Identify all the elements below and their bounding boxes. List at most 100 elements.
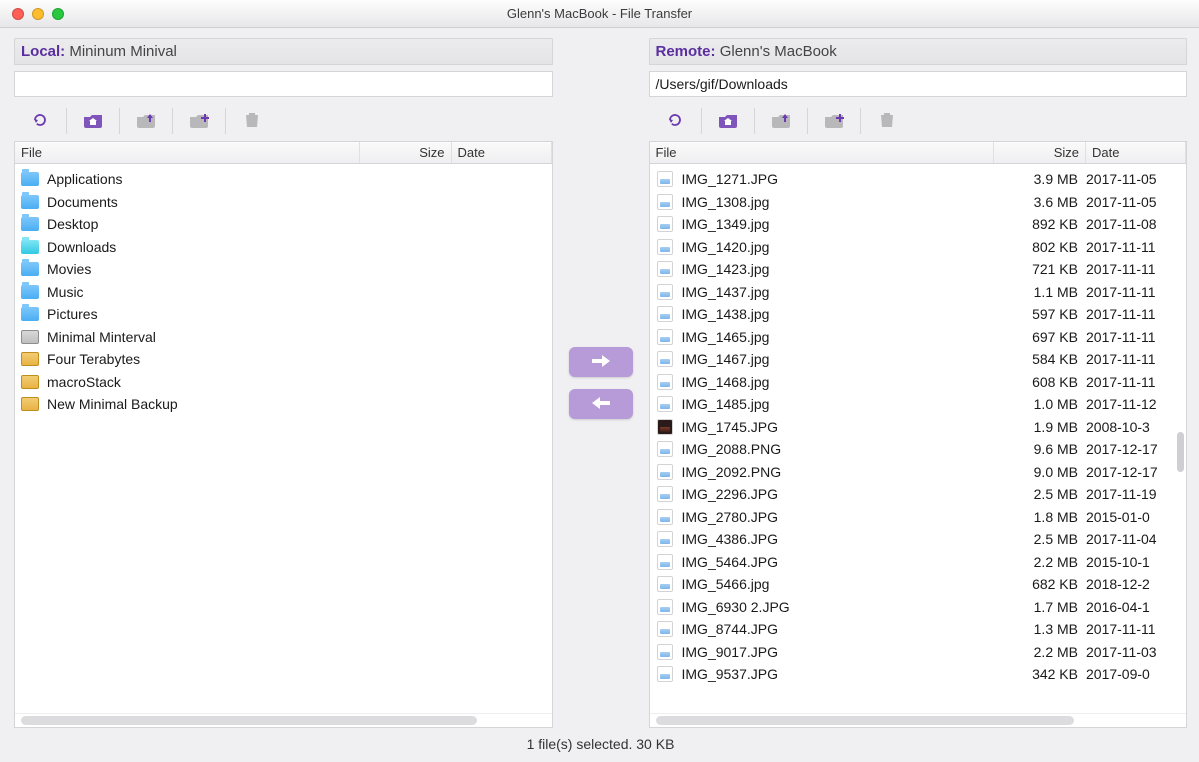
file-date: 2017-11-11 <box>1086 621 1186 637</box>
new-folder-button[interactable] <box>175 106 223 136</box>
image-file-icon <box>656 666 674 682</box>
list-item[interactable]: IMG_2296.JPG2.5 MB2017-11-19 <box>650 483 1187 506</box>
image-file-icon <box>656 239 674 255</box>
image-file-icon <box>656 329 674 345</box>
home-folder-icon <box>718 112 738 131</box>
file-name: Documents <box>47 194 552 210</box>
list-item[interactable]: IMG_1467.jpg584 KB2017-11-11 <box>650 348 1187 371</box>
transfer-right-button[interactable] <box>569 347 633 377</box>
image-file-icon <box>656 419 674 435</box>
list-item[interactable]: IMG_1745.JPG1.9 MB2008-10-3 <box>650 416 1187 439</box>
transfer-controls <box>561 38 641 728</box>
folder-icon <box>21 284 39 300</box>
remote-path-input[interactable]: /Users/gif/Downloads <box>649 71 1188 97</box>
list-item[interactable]: IMG_1465.jpg697 KB2017-11-11 <box>650 326 1187 349</box>
file-date: 2017-11-11 <box>1086 306 1186 322</box>
column-header-file[interactable]: File <box>15 142 360 163</box>
file-name: IMG_1485.jpg <box>682 396 995 412</box>
refresh-button[interactable] <box>16 106 64 136</box>
file-name: Pictures <box>47 306 552 322</box>
list-item[interactable]: IMG_1468.jpg608 KB2017-11-11 <box>650 371 1187 394</box>
folder-icon <box>21 306 39 322</box>
list-item[interactable]: IMG_1438.jpg597 KB2017-11-11 <box>650 303 1187 326</box>
column-header-size[interactable]: Size <box>360 142 452 163</box>
list-item[interactable]: IMG_1349.jpg892 KB2017-11-08 <box>650 213 1187 236</box>
remote-name: Glenn's MacBook <box>720 43 837 60</box>
file-date: 2015-01-0 <box>1086 509 1186 525</box>
list-item[interactable]: Pictures <box>15 303 552 326</box>
column-header-date[interactable]: Date <box>1086 142 1186 163</box>
image-file-icon <box>656 306 674 322</box>
list-item[interactable]: IMG_2780.JPG1.8 MB2015-01-0 <box>650 506 1187 529</box>
list-item[interactable]: IMG_1423.jpg721 KB2017-11-11 <box>650 258 1187 281</box>
remote-pane: Remote: Glenn's MacBook /Users/gif/Downl… <box>649 38 1188 728</box>
file-name: IMG_9537.JPG <box>682 666 995 682</box>
folder-icon <box>21 194 39 210</box>
file-date: 2017-11-05 <box>1086 171 1186 187</box>
file-size: 3.6 MB <box>994 194 1086 210</box>
file-date: 2017-11-03 <box>1086 644 1186 660</box>
local-horizontal-scrollbar[interactable] <box>15 713 552 727</box>
list-item[interactable]: IMG_5466.jpg682 KB2018-12-2 <box>650 573 1187 596</box>
column-header-file[interactable]: File <box>650 142 995 163</box>
list-item[interactable]: IMG_1437.jpg1.1 MB2017-11-11 <box>650 281 1187 304</box>
local-file-list: File Size Date Applications Documents Desk… <box>14 141 553 728</box>
list-item[interactable]: New Minimal Backup <box>15 393 552 416</box>
image-file-icon <box>656 509 674 525</box>
refresh-icon <box>667 112 683 131</box>
file-name: IMG_2092.PNG <box>682 464 995 480</box>
file-name: IMG_5466.jpg <box>682 576 995 592</box>
list-item[interactable]: Minimal Minterval <box>15 326 552 349</box>
list-item[interactable]: IMG_6930 2.JPG1.7 MB2016-04-1 <box>650 596 1187 619</box>
list-item[interactable]: IMG_5464.JPG2.2 MB2015-10-1 <box>650 551 1187 574</box>
window-close-button[interactable] <box>12 8 24 20</box>
list-item[interactable]: IMG_9537.JPG342 KB2017-09-0 <box>650 663 1187 686</box>
window-minimize-button[interactable] <box>32 8 44 20</box>
list-item[interactable]: IMG_2092.PNG9.0 MB2017-12-17 <box>650 461 1187 484</box>
new-folder-button[interactable] <box>810 106 858 136</box>
local-path-input[interactable] <box>14 71 553 97</box>
image-file-icon <box>656 621 674 637</box>
file-size: 1.7 MB <box>994 599 1086 615</box>
file-date: 2016-04-1 <box>1086 599 1186 615</box>
column-header-size[interactable]: Size <box>994 142 1086 163</box>
list-item[interactable]: Applications <box>15 168 552 191</box>
list-item[interactable]: macroStack <box>15 371 552 394</box>
trash-button[interactable] <box>863 106 911 136</box>
local-toolbar <box>14 103 553 139</box>
transfer-left-button[interactable] <box>569 389 633 419</box>
file-size: 597 KB <box>994 306 1086 322</box>
home-button[interactable] <box>704 106 752 136</box>
remote-horizontal-scrollbar[interactable] <box>650 713 1187 727</box>
file-name: IMG_5464.JPG <box>682 554 995 570</box>
refresh-button[interactable] <box>651 106 699 136</box>
file-name: IMG_8744.JPG <box>682 621 995 637</box>
remote-vertical-scrollbar[interactable] <box>1177 432 1184 472</box>
file-size: 682 KB <box>994 576 1086 592</box>
list-item[interactable]: IMG_9017.JPG2.2 MB2017-11-03 <box>650 641 1187 664</box>
image-file-icon <box>656 599 674 615</box>
list-item[interactable]: Downloads <box>15 236 552 259</box>
list-item[interactable]: IMG_1420.jpg802 KB2017-11-11 <box>650 236 1187 259</box>
list-item[interactable]: Documents <box>15 191 552 214</box>
list-item[interactable]: Desktop <box>15 213 552 236</box>
list-item[interactable]: Music <box>15 281 552 304</box>
list-item[interactable]: Four Terabytes <box>15 348 552 371</box>
list-item[interactable]: IMG_1485.jpg1.0 MB2017-11-12 <box>650 393 1187 416</box>
file-size: 2.2 MB <box>994 554 1086 570</box>
column-header-date[interactable]: Date <box>452 142 552 163</box>
file-size: 1.0 MB <box>994 396 1086 412</box>
list-item[interactable]: IMG_4386.JPG2.5 MB2017-11-04 <box>650 528 1187 551</box>
list-item[interactable]: IMG_1271.JPG3.9 MB2017-11-05 <box>650 168 1187 191</box>
list-item[interactable]: IMG_1308.jpg3.6 MB2017-11-05 <box>650 191 1187 214</box>
file-name: IMG_2296.JPG <box>682 486 995 502</box>
list-item[interactable]: IMG_8744.JPG1.3 MB2017-11-11 <box>650 618 1187 641</box>
home-button[interactable] <box>69 106 117 136</box>
window-zoom-button[interactable] <box>52 8 64 20</box>
trash-button[interactable] <box>228 106 276 136</box>
go-up-button[interactable] <box>757 106 805 136</box>
image-file-icon <box>656 486 674 502</box>
go-up-button[interactable] <box>122 106 170 136</box>
list-item[interactable]: Movies <box>15 258 552 281</box>
list-item[interactable]: IMG_2088.PNG9.6 MB2017-12-17 <box>650 438 1187 461</box>
